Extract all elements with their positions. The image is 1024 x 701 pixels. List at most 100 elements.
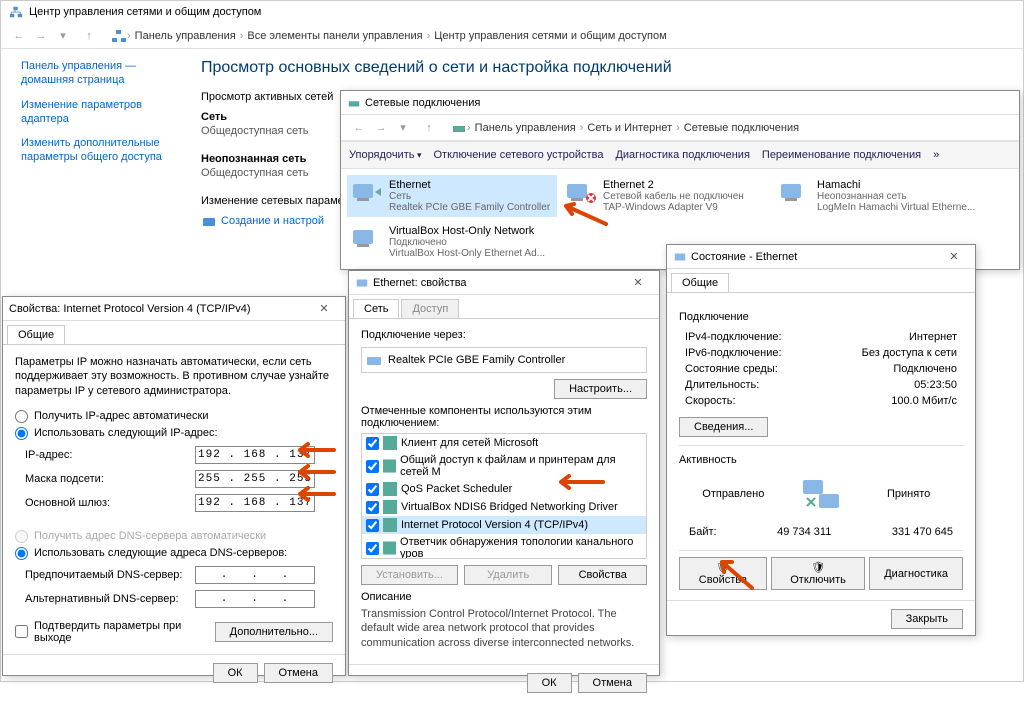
forward-button[interactable]: →	[371, 118, 391, 138]
connection-ethernet[interactable]: Ethernet Сеть Realtek PCIe GBE Family Co…	[347, 175, 557, 217]
recv-bytes: 331 470 645	[892, 526, 953, 538]
ethernet-properties-dialog: Ethernet: свойства ✕ Сеть Доступ Подключ…	[348, 270, 660, 676]
diagnose[interactable]: Диагностика подключения	[615, 149, 749, 161]
organize-menu[interactable]: Упорядочить	[349, 149, 422, 161]
remove-button[interactable]: Удалить	[464, 565, 553, 585]
components-list[interactable]: Клиент для сетей Microsoft Общий доступ …	[361, 433, 647, 559]
dialog-title-text: Свойства: Internet Protocol Version 4 (T…	[9, 303, 251, 315]
ethernet-icon	[351, 225, 383, 251]
breadcrumb-item[interactable]: Сеть и Интернет	[587, 122, 672, 134]
connection-icon	[201, 213, 217, 229]
help-text: Параметры IP можно назначать автоматичес…	[15, 355, 333, 398]
dns1-input[interactable]	[195, 566, 315, 584]
network-icon	[9, 5, 23, 19]
disable-device[interactable]: Отключение сетевого устройства	[434, 149, 604, 161]
nav-sharing-settings[interactable]: Изменить дополнительные параметры общего…	[21, 136, 181, 165]
ethernet-icon	[673, 250, 687, 264]
ip-input[interactable]	[195, 446, 315, 464]
cancel-button[interactable]: Отмена	[264, 663, 333, 683]
component-item[interactable]: Общий доступ к файлам и принтерам для се…	[362, 452, 646, 480]
component-ipv4[interactable]: Internet Protocol Version 4 (TCP/IPv4)	[362, 516, 646, 534]
more-chevron[interactable]: »	[933, 149, 939, 161]
history-dropdown[interactable]: ▾	[393, 118, 413, 138]
forward-button[interactable]: →	[31, 26, 51, 46]
nav-adapter-settings[interactable]: Изменение параметров адаптера	[21, 98, 181, 127]
cancel-button[interactable]: Отмена	[578, 673, 647, 693]
breadcrumb-item[interactable]: Все элементы панели управления	[247, 30, 422, 42]
ethernet-status-dialog: Состояние - Ethernet ✕ Общие Подключение…	[666, 244, 976, 636]
tab-general[interactable]: Общие	[671, 273, 729, 292]
vbox-icon	[383, 500, 397, 514]
ok-button[interactable]: ОК	[527, 673, 572, 693]
gateway-label: Основной шлюз:	[25, 497, 195, 509]
details-button[interactable]: Сведения...	[679, 417, 768, 437]
tab-network[interactable]: Сеть	[353, 299, 399, 318]
configure-button[interactable]: Настроить...	[554, 379, 647, 399]
adapter-name-box: Realtek PCIe GBE Family Controller	[361, 347, 647, 373]
radio-manual-dns[interactable]: Использовать следующие адреса DNS-сервер…	[15, 547, 333, 560]
network-icon	[347, 96, 361, 110]
description-label: Описание	[361, 591, 647, 603]
install-button[interactable]: Установить...	[361, 565, 458, 585]
tab-general[interactable]: Общие	[7, 325, 65, 344]
qos-icon	[383, 482, 397, 496]
back-button[interactable]: ←	[349, 118, 369, 138]
component-item[interactable]: Ответчик обнаружения топологии канальног…	[362, 534, 646, 559]
back-button[interactable]: ←	[9, 26, 29, 46]
share-icon	[383, 459, 396, 473]
rename[interactable]: Переименование подключения	[762, 149, 921, 161]
client-icon	[383, 436, 397, 450]
dialog-title-text: Состояние - Ethernet	[691, 251, 797, 263]
component-item[interactable]: VirtualBox NDIS6 Bridged Networking Driv…	[362, 498, 646, 516]
breadcrumb-item[interactable]: Панель управления	[475, 122, 576, 134]
adapter-icon	[366, 352, 382, 368]
description-text: Transmission Control Protocol/Internet P…	[361, 607, 647, 650]
component-item[interactable]: Клиент для сетей Microsoft	[362, 434, 646, 452]
dialog-title-text: Ethernet: свойства	[373, 277, 467, 289]
dialog-title-text: Сетевые подключения	[365, 97, 480, 109]
bytes-label: Байт:	[689, 526, 717, 538]
window-title-bar: Центр управления сетями и общим доступом	[1, 1, 1023, 23]
advanced-button[interactable]: Дополнительно...	[215, 622, 333, 642]
nav-home[interactable]: Панель управления — домашняя страница	[21, 59, 181, 88]
history-dropdown[interactable]: ▾	[53, 26, 73, 46]
sent-label: Отправлено	[688, 488, 778, 500]
radio-auto-ip[interactable]: Получить IP-адрес автоматически	[15, 410, 333, 423]
ethernet-icon	[779, 179, 811, 205]
recv-label: Принято	[864, 488, 954, 500]
properties-button[interactable]: Свойства	[558, 565, 647, 585]
network-icon	[451, 120, 467, 136]
ethernet-icon	[351, 179, 383, 205]
tab-access[interactable]: Доступ	[401, 299, 459, 318]
breadcrumb-item[interactable]: Панель управления	[135, 30, 236, 42]
components-label: Отмеченные компоненты используются этим …	[361, 405, 647, 429]
ethernet-icon	[355, 276, 369, 290]
close-button[interactable]: ✕	[623, 276, 653, 289]
mask-input[interactable]	[195, 470, 315, 488]
ok-button[interactable]: ОК	[213, 663, 258, 683]
ethernet-disabled-icon	[565, 179, 597, 205]
dns2-input[interactable]	[195, 590, 315, 608]
page-heading: Просмотр основных сведений о сети и наст…	[201, 59, 1003, 77]
diagnose-button[interactable]: Диагностика	[869, 557, 963, 590]
gateway-input[interactable]	[195, 494, 315, 512]
close-button[interactable]: Закрыть	[891, 609, 963, 629]
disable-button[interactable]: 🛡 Отключить	[771, 557, 865, 590]
breadcrumb-item[interactable]: Центр управления сетями и общим доступом	[434, 30, 666, 42]
breadcrumb-item[interactable]: Сетевые подключения	[684, 122, 799, 134]
confirm-checkbox[interactable]: Подтвердить параметры при выходе	[15, 620, 215, 644]
component-item[interactable]: QoS Packet Scheduler	[362, 480, 646, 498]
network-connections-window: Сетевые подключения ← → ▾ ↑ › Панель упр…	[340, 90, 1020, 270]
radio-manual-ip[interactable]: Использовать следующий IP-адрес:	[15, 427, 333, 440]
up-button[interactable]: ↑	[79, 26, 99, 46]
close-button[interactable]: ✕	[939, 250, 969, 263]
sent-bytes: 49 734 311	[777, 526, 831, 538]
connection-virtualbox[interactable]: VirtualBox Host-Only Network Подключено …	[347, 221, 557, 263]
up-button[interactable]: ↑	[419, 118, 439, 138]
connection-hamachi[interactable]: Hamachi Неопознанная сеть LogMeIn Hamach…	[775, 175, 985, 217]
dns1-label: Предпочитаемый DNS-сервер:	[25, 569, 195, 581]
properties-button[interactable]: 🛡 Свойства	[679, 557, 767, 590]
ip-label: IP-адрес:	[25, 449, 195, 461]
connection-ethernet2[interactable]: Ethernet 2 Сетевой кабель не подключен T…	[561, 175, 771, 217]
close-button[interactable]: ✕	[309, 302, 339, 315]
